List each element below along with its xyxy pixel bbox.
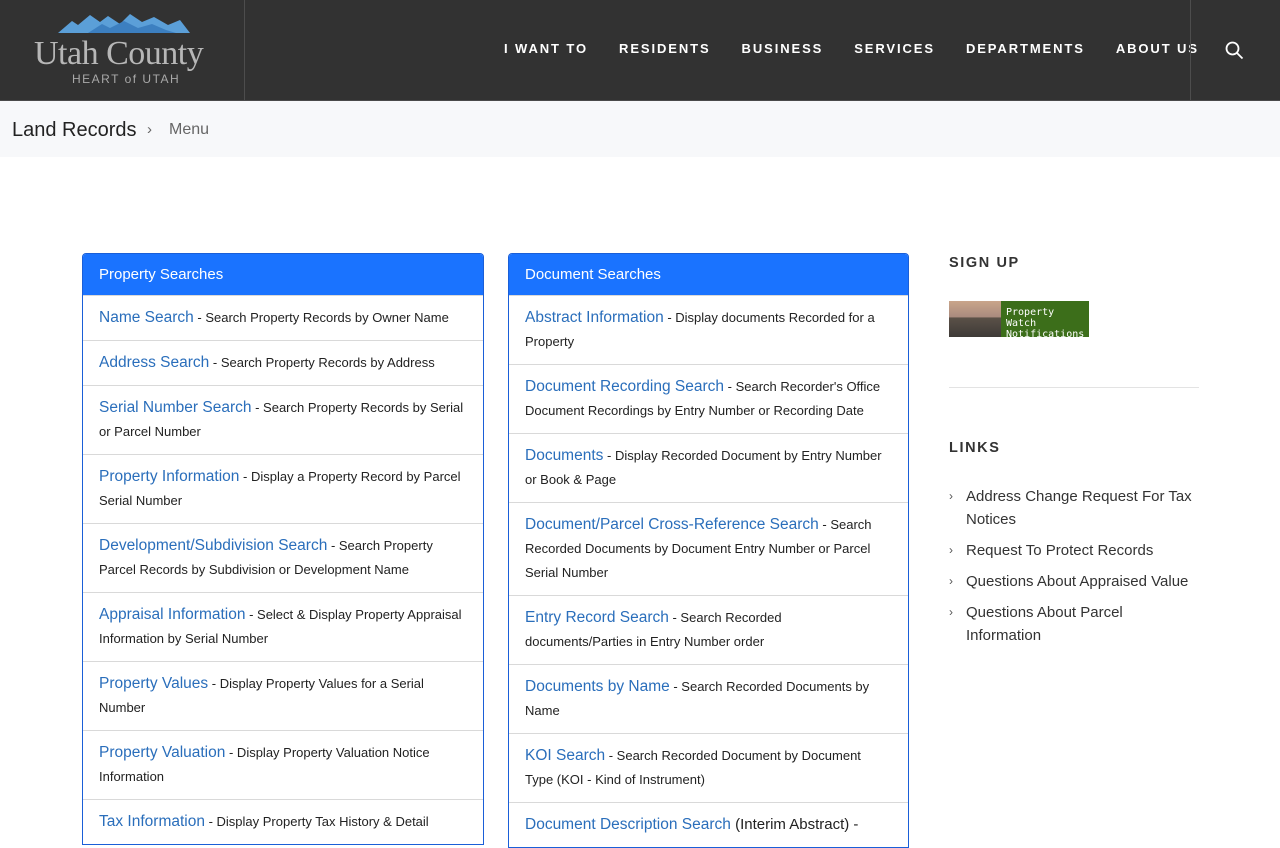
list-item: Documents - Display Recorded Document by… [509, 433, 908, 502]
breadcrumb-land-records[interactable]: Land Records [12, 119, 137, 142]
logo-tagline: HEART of UTAH [72, 72, 181, 86]
chevron-right-icon: › [949, 489, 953, 503]
logo-wordmark: Utah County [34, 35, 204, 72]
documents-by-name-link[interactable]: Documents by Name [525, 678, 670, 695]
sidebar-link-label: Questions About Parcel Information [966, 604, 1123, 644]
document-parcel-cross-reference-link[interactable]: Document/Parcel Cross-Reference Search [525, 516, 819, 533]
list-item: Property Valuation - Display Property Va… [83, 730, 483, 799]
panel-title: Document Searches [509, 254, 908, 295]
koi-search-link[interactable]: KOI Search [525, 747, 605, 764]
property-values-link[interactable]: Property Values [99, 675, 208, 692]
nav-business[interactable]: BUSINESS [742, 41, 824, 56]
county-logo[interactable]: Utah County HEART of UTAH [0, 0, 245, 100]
list-item: Documents by Name - Search Recorded Docu… [509, 664, 908, 733]
list-item: Tax Information - Display Property Tax H… [83, 799, 483, 844]
list-item: Serial Number Search - Search Property R… [83, 385, 483, 454]
breadcrumb-current: Menu [169, 121, 210, 138]
sign-up-heading: SIGN UP [949, 255, 1020, 271]
house-photo [949, 301, 1001, 337]
sidebar-link-label: Address Change Request For Tax Notices [966, 488, 1192, 528]
item-description: - Search Property Records by Owner Name [193, 310, 449, 325]
site-header: Utah County HEART of UTAH I WANT TO RESI… [0, 0, 1280, 101]
list-item: Document/Parcel Cross-Reference Search -… [509, 502, 908, 595]
property-watch-banner[interactable]: Property Watch Notifications [949, 301, 1089, 340]
chevron-right-icon: › [949, 574, 953, 588]
panel-title: Property Searches [83, 254, 483, 295]
list-item: Entry Record Search - Search Recorded do… [509, 595, 908, 664]
tax-information-link[interactable]: Tax Information [99, 813, 205, 830]
sidebar-links: › Address Change Request For Tax Notices … [949, 485, 1199, 655]
item-description: - Search Property Records by Address [209, 355, 435, 370]
nav-about-us[interactable]: ABOUT US [1116, 41, 1199, 56]
abstract-information-link[interactable]: Abstract Information [525, 309, 664, 326]
sidebar-link-address-change[interactable]: › Address Change Request For Tax Notices [949, 485, 1199, 531]
list-item: KOI Search - Search Recorded Document by… [509, 733, 908, 802]
document-description-search-link[interactable]: Document Description Search [525, 816, 731, 833]
main-nav: I WANT TO RESIDENTS BUSINESS SERVICES DE… [504, 41, 1230, 56]
list-item: Document Recording Search - Search Recor… [509, 364, 908, 433]
list-item: Property Values - Display Property Value… [83, 661, 483, 730]
sidebar-link-parcel-information[interactable]: › Questions About Parcel Information [949, 601, 1199, 647]
links-heading: LINKS [949, 440, 1001, 456]
development-subdivision-search-link[interactable]: Development/Subdivision Search [99, 537, 327, 554]
list-item: Document Description Search (Interim Abs… [509, 802, 908, 847]
property-information-link[interactable]: Property Information [99, 468, 239, 485]
list-item: Name Search - Search Property Records by… [83, 295, 483, 340]
search-icon [1225, 41, 1244, 60]
sidebar-link-label: Request To Protect Records [966, 542, 1154, 559]
chevron-right-icon: › [147, 121, 152, 138]
banner-text: Property Watch Notifications [1006, 307, 1085, 340]
list-item: Address Search - Search Property Records… [83, 340, 483, 385]
document-searches-panel: Document Searches Abstract Information -… [508, 253, 909, 848]
address-search-link[interactable]: Address Search [99, 354, 209, 371]
serial-number-search-link[interactable]: Serial Number Search [99, 399, 251, 416]
documents-link[interactable]: Documents [525, 447, 603, 464]
nav-departments[interactable]: DEPARTMENTS [966, 41, 1085, 56]
search-button[interactable] [1190, 0, 1280, 100]
property-valuation-link[interactable]: Property Valuation [99, 744, 225, 761]
chevron-right-icon: › [949, 605, 953, 619]
sidebar-link-label: Questions About Appraised Value [966, 573, 1189, 590]
list-item: Abstract Information - Display documents… [509, 295, 908, 364]
item-description: (Interim Abstract) - [730, 816, 859, 833]
list-item: Appraisal Information - Select & Display… [83, 592, 483, 661]
mountain-logo-icon [58, 14, 190, 33]
sidebar-divider [949, 387, 1199, 388]
entry-record-search-link[interactable]: Entry Record Search [525, 609, 669, 626]
appraisal-information-link[interactable]: Appraisal Information [99, 606, 245, 623]
breadcrumb: Land Records › Menu [0, 101, 1280, 157]
chevron-right-icon: › [949, 543, 953, 557]
document-recording-search-link[interactable]: Document Recording Search [525, 378, 724, 395]
item-description: - Display Property Tax History & Detail [204, 814, 429, 829]
list-item: Development/Subdivision Search - Search … [83, 523, 483, 592]
nav-i-want-to[interactable]: I WANT TO [504, 41, 588, 56]
sidebar-link-appraised-value[interactable]: › Questions About Appraised Value [949, 570, 1199, 593]
name-search-link[interactable]: Name Search [99, 309, 194, 326]
list-item: Property Information - Display a Propert… [83, 454, 483, 523]
property-searches-panel: Property Searches Name Search - Search P… [82, 253, 484, 845]
nav-services[interactable]: SERVICES [854, 41, 935, 56]
nav-residents[interactable]: RESIDENTS [619, 41, 711, 56]
sidebar-link-protect-records[interactable]: › Request To Protect Records [949, 539, 1199, 562]
